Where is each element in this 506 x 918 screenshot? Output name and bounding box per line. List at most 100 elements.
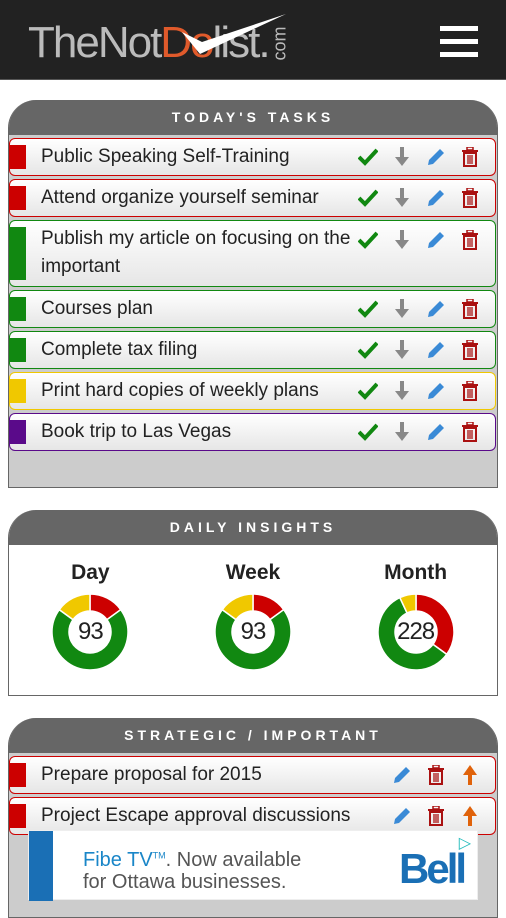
complete-button[interactable] <box>357 187 379 209</box>
edit-button[interactable] <box>425 339 447 361</box>
complete-button[interactable] <box>357 298 379 320</box>
task-label: Publish my article on focusing on the im… <box>41 228 351 277</box>
donut-chart: 93 <box>51 593 130 671</box>
task-label: Attend organize yourself seminar <box>41 187 319 208</box>
task-row[interactable]: Prepare proposal for 2015 <box>9 756 496 794</box>
logo[interactable]: TheNotDolist.com <box>28 14 297 68</box>
pencil-icon <box>426 188 446 208</box>
task-row[interactable]: Book trip to Las Vegas <box>9 413 496 451</box>
task-label: Courses plan <box>41 298 153 319</box>
donut-total: 228 <box>397 618 435 645</box>
arrow-down-icon <box>395 422 409 442</box>
pencil-icon <box>426 340 446 360</box>
priority-indicator <box>10 804 26 828</box>
move-down-button[interactable] <box>391 146 413 168</box>
move-down-button[interactable] <box>391 298 413 320</box>
edit-button[interactable] <box>425 380 447 402</box>
task-label: Complete tax filing <box>41 339 198 360</box>
trash-icon <box>461 230 479 250</box>
move-down-button[interactable] <box>391 421 413 443</box>
period-label: Day <box>71 561 110 584</box>
panel-title: DAILY INSIGHTS <box>9 510 497 545</box>
pencil-icon <box>426 381 446 401</box>
complete-button[interactable] <box>357 146 379 168</box>
check-icon <box>358 300 378 318</box>
edit-button[interactable] <box>425 298 447 320</box>
pencil-icon <box>426 422 446 442</box>
arrow-down-icon <box>395 147 409 167</box>
arrow-down-icon <box>395 381 409 401</box>
complete-button[interactable] <box>357 421 379 443</box>
daily-insights-panel: DAILY INSIGHTS Day 93 Week 93 Month 228 <box>8 510 498 696</box>
trash-icon <box>461 299 479 319</box>
panel-title: TODAY'S TASKS <box>9 100 497 135</box>
app-header: TheNotDolist.com <box>0 0 506 80</box>
task-row[interactable]: Publish my article on focusing on the im… <box>9 220 496 287</box>
period-label: Month <box>384 561 448 584</box>
move-down-button[interactable] <box>391 229 413 251</box>
arrow-up-icon <box>463 765 477 785</box>
ad-line-2: for Ottawa businesses. <box>83 871 287 893</box>
delete-button[interactable] <box>459 187 481 209</box>
trash-icon <box>427 806 445 826</box>
ad-line-1: Fibe TVTM. Now available <box>83 849 302 871</box>
priority-indicator <box>10 379 26 403</box>
task-row[interactable]: Attend organize yourself seminar <box>9 179 496 217</box>
delete-button[interactable] <box>459 339 481 361</box>
task-row[interactable]: Complete tax filing <box>9 331 496 369</box>
delete-button[interactable] <box>459 380 481 402</box>
move-up-button[interactable] <box>459 805 481 827</box>
pencil-icon <box>426 147 446 167</box>
arrow-down-icon <box>395 188 409 208</box>
donut-chart: 228 <box>376 593 455 671</box>
task-row[interactable]: Courses plan <box>9 290 496 328</box>
delete-button[interactable] <box>425 764 447 786</box>
task-row[interactable]: Print hard copies of weekly plans <box>9 372 496 410</box>
check-icon <box>358 341 378 359</box>
advertisement-banner[interactable]: Fibe TVTM. Now available for Ottawa busi… <box>28 830 478 901</box>
move-down-button[interactable] <box>391 339 413 361</box>
complete-button[interactable] <box>357 339 379 361</box>
edit-button[interactable] <box>391 805 413 827</box>
insight-month: Month 228 <box>356 561 476 671</box>
check-icon <box>358 148 378 166</box>
trash-icon <box>461 188 479 208</box>
complete-button[interactable] <box>357 229 379 251</box>
arrow-down-icon <box>395 230 409 250</box>
task-row[interactable]: Public Speaking Self-Training <box>9 138 496 176</box>
hamburger-menu-button[interactable] <box>440 26 478 58</box>
move-down-button[interactable] <box>391 187 413 209</box>
pencil-icon <box>426 299 446 319</box>
pencil-icon <box>426 230 446 250</box>
delete-button[interactable] <box>459 229 481 251</box>
move-down-button[interactable] <box>391 380 413 402</box>
insight-day: Day 93 <box>30 561 150 671</box>
donut-total: 93 <box>77 618 104 645</box>
priority-indicator <box>10 186 26 210</box>
delete-button[interactable] <box>459 298 481 320</box>
donut-total: 93 <box>240 618 267 645</box>
complete-button[interactable] <box>357 380 379 402</box>
task-label: Public Speaking Self-Training <box>41 146 290 167</box>
ad-stripe <box>29 831 53 901</box>
trash-icon <box>461 147 479 167</box>
logo-text: TheNot <box>28 18 162 67</box>
edit-button[interactable] <box>425 229 447 251</box>
arrow-up-icon <box>463 806 477 826</box>
delete-button[interactable] <box>425 805 447 827</box>
delete-button[interactable] <box>459 421 481 443</box>
trash-icon <box>461 422 479 442</box>
trash-icon <box>461 340 479 360</box>
adchoices-icon[interactable]: ▷ <box>459 833 471 853</box>
delete-button[interactable] <box>459 146 481 168</box>
edit-button[interactable] <box>391 764 413 786</box>
pencil-icon <box>392 765 412 785</box>
insight-week: Week 93 <box>193 561 313 671</box>
move-up-button[interactable] <box>459 764 481 786</box>
edit-button[interactable] <box>425 187 447 209</box>
arrow-down-icon <box>395 299 409 319</box>
priority-indicator <box>10 338 26 362</box>
edit-button[interactable] <box>425 146 447 168</box>
period-label: Week <box>225 561 281 584</box>
edit-button[interactable] <box>425 421 447 443</box>
